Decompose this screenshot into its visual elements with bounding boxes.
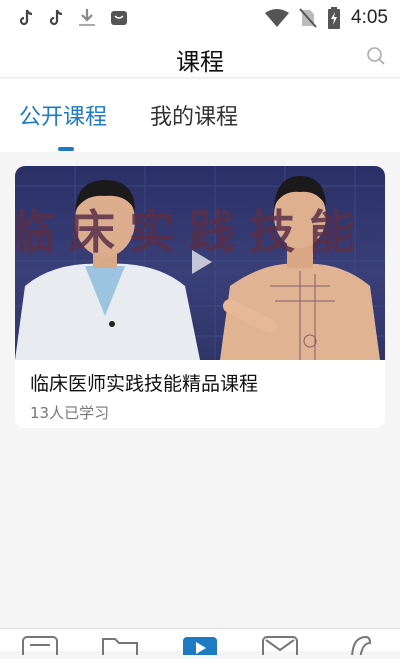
course-card[interactable]: 临床实践技能 临床医师实践技能精品课程 13人已学习 <box>15 166 385 428</box>
course-title: 临床医师实践技能精品课程 <box>30 373 259 395</box>
page-title: 课程 <box>176 48 224 76</box>
bottom-navigation <box>0 628 400 659</box>
status-bar: 4:05 <box>0 0 400 36</box>
header: 课程 <box>0 36 400 78</box>
nav-profile-icon[interactable] <box>342 635 378 659</box>
tab-public-courses[interactable]: 公开课程 <box>19 99 107 131</box>
nav-play-icon[interactable] <box>182 635 218 659</box>
clock: 4:05 <box>351 7 388 28</box>
play-icon[interactable] <box>190 248 214 280</box>
tiktok-icon <box>18 9 34 27</box>
course-learner-count: 13人已学习 <box>30 404 110 422</box>
download-icon <box>78 8 96 28</box>
search-button[interactable] <box>366 46 386 70</box>
course-thumbnail[interactable]: 临床实践技能 <box>15 166 385 360</box>
active-tab-indicator <box>58 147 74 151</box>
nav-message-icon[interactable] <box>262 635 298 659</box>
nav-home-list-icon[interactable] <box>22 635 58 659</box>
notification-icons <box>18 8 128 28</box>
tab-my-courses[interactable]: 我的课程 <box>150 99 238 131</box>
tab-bar: 公开课程 我的课程 <box>0 79 400 152</box>
wifi-icon <box>265 9 290 27</box>
search-icon <box>366 47 386 70</box>
tiktok-icon <box>48 9 64 27</box>
app-notification-icon <box>110 10 128 26</box>
battery-charging-icon <box>327 7 341 29</box>
nav-folder-icon[interactable] <box>102 635 138 659</box>
no-sim-icon <box>299 8 317 28</box>
